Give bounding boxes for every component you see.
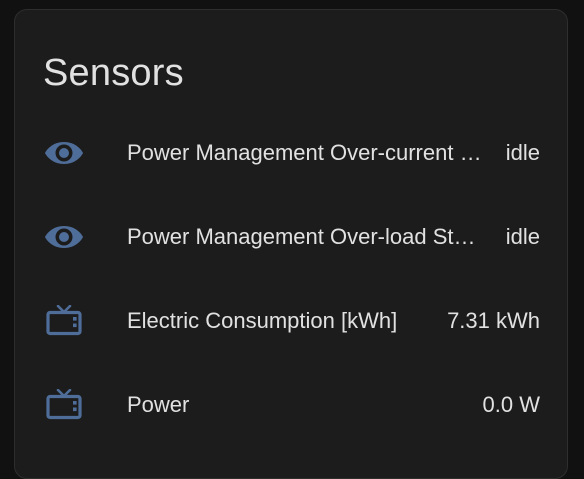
eye-icon xyxy=(44,221,84,253)
entity-name: Power Management Over-current Status xyxy=(127,140,483,165)
entity-row-power[interactable]: Power 0.0 W xyxy=(15,377,567,433)
entity-row-overload[interactable]: Power Management Over-load Status idle xyxy=(15,209,567,265)
entity-name: Electric Consumption [kWh] xyxy=(127,308,398,333)
entity-state: idle xyxy=(505,224,540,249)
sensors-card: Sensors Power Management Over-current St… xyxy=(14,9,568,479)
entity-name: Power xyxy=(127,392,190,417)
entity-row-electric-consumption[interactable]: Electric Consumption [kWh] 7.31 kWh xyxy=(15,293,567,349)
eye-icon xyxy=(44,137,84,169)
card-title: Sensors xyxy=(43,52,184,94)
television-icon xyxy=(44,389,84,421)
television-icon xyxy=(44,305,84,337)
entity-state: 7.31 kWh xyxy=(447,308,540,333)
entity-state: 0.0 W xyxy=(482,392,540,417)
entity-name: Power Management Over-load Status xyxy=(127,224,483,249)
entity-row-overcurrent[interactable]: Power Management Over-current Status idl… xyxy=(15,125,567,181)
entity-state: idle xyxy=(505,140,540,165)
